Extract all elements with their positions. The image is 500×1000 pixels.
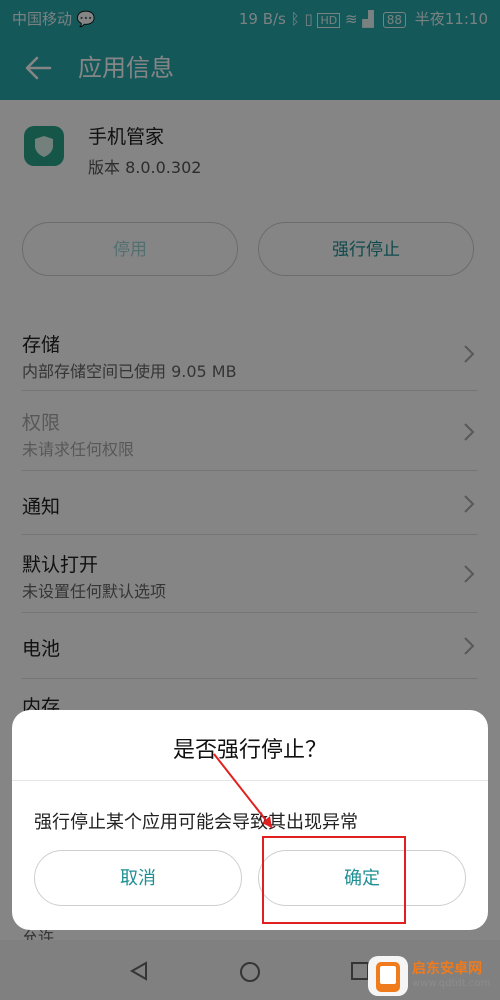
annotation-arrow <box>213 753 273 829</box>
watermark-url: www.qdtdt.com <box>412 978 491 989</box>
watermark-name: 启东安卓网 <box>412 961 482 977</box>
annotation-highlight-box <box>262 836 406 924</box>
